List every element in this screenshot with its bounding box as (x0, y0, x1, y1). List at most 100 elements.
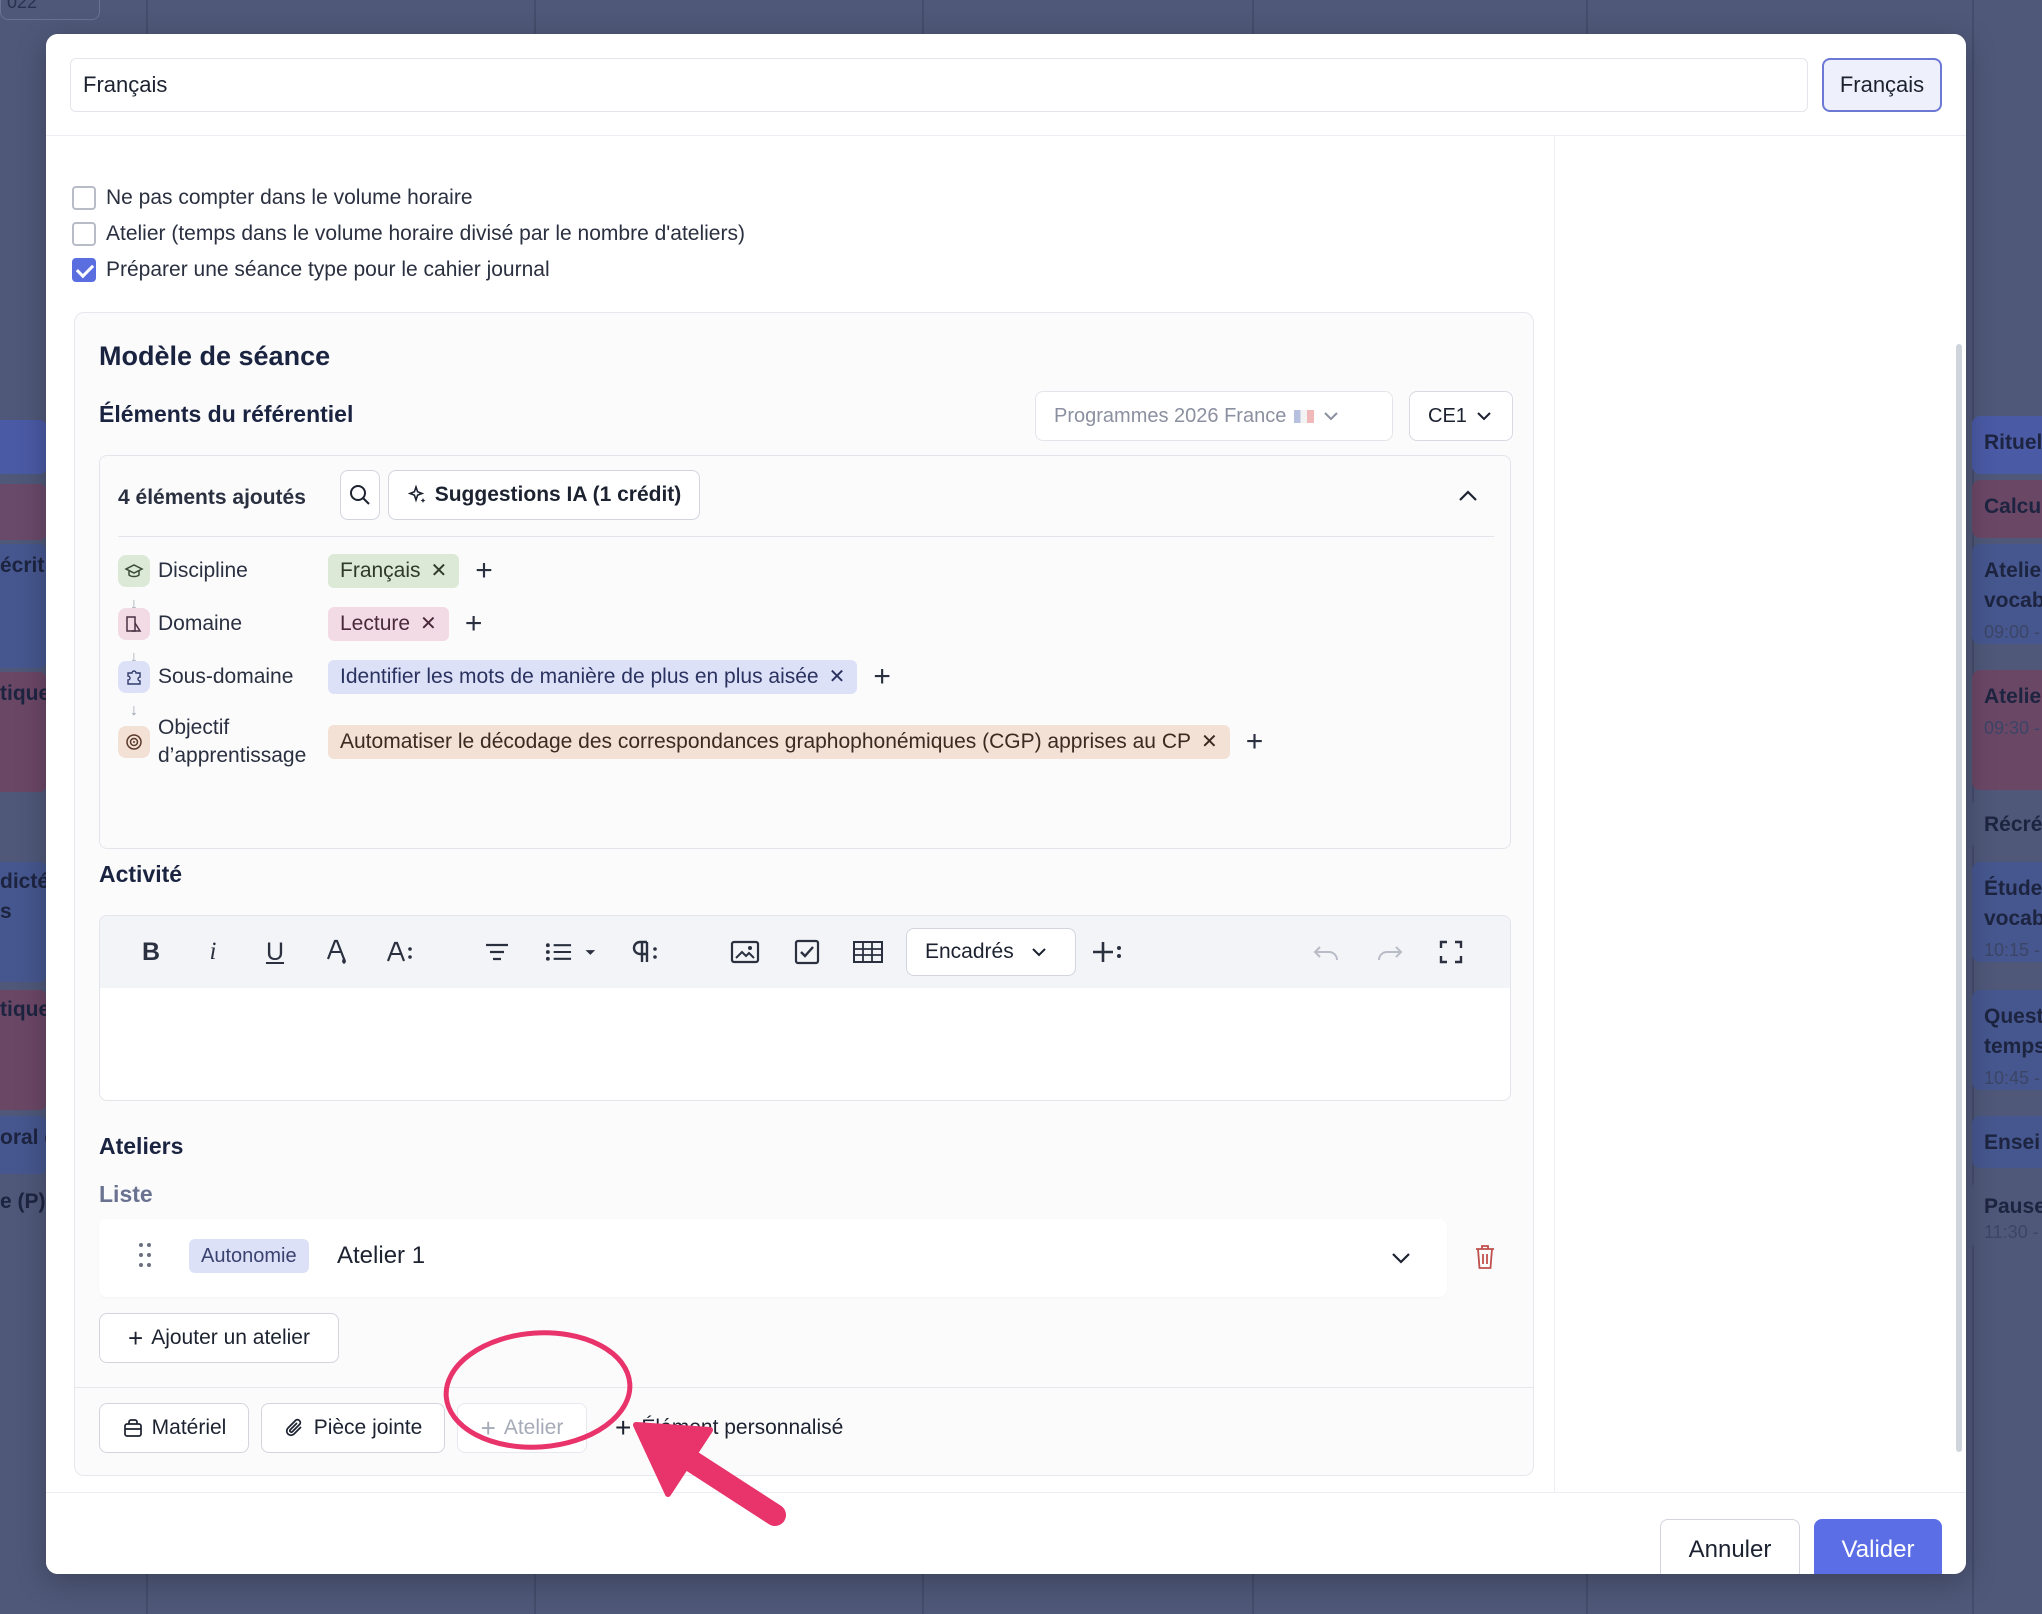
title-input[interactable]: Français (70, 58, 1808, 112)
italic-button[interactable]: i (198, 934, 228, 970)
checkbox-checked[interactable] (72, 258, 96, 282)
level-select[interactable]: CE1 (1409, 391, 1513, 441)
tag-sous-domaine[interactable]: Identifier les mots de manière de plus e… (328, 660, 858, 694)
ref-label: Domaine (158, 612, 243, 635)
calendar-event[interactable]: Rituel (1972, 416, 2042, 474)
calendar-event[interactable]: Calcu (1972, 480, 2042, 538)
atelier-button-disabled[interactable]: + Atelier (457, 1403, 587, 1453)
program-select[interactable]: Programmes 2026 France (1035, 391, 1393, 441)
font-size-icon[interactable] (384, 934, 418, 970)
calendar-event[interactable]: Atelie 09:30 - (1972, 670, 2042, 790)
activity-editor[interactable]: B i U Encadrés (99, 915, 1511, 1101)
event-title: Calcu (1984, 495, 2042, 518)
event-title: Pause (1984, 1195, 2042, 1218)
modal-body: Ne pas compter dans le volume horaire At… (46, 136, 1966, 1492)
validate-button[interactable]: Valider (1814, 1519, 1942, 1574)
plus-icon: + (480, 1413, 496, 1443)
atelier-item[interactable]: Autonomie Atelier 1 (99, 1219, 1447, 1297)
fullscreen-icon[interactable] (1436, 934, 1466, 970)
session-model-card: Modèle de séance Éléments du référentiel… (74, 312, 1534, 1476)
bold-button[interactable]: B (136, 934, 166, 970)
tag-domaine[interactable]: Lecture ✕ (328, 607, 449, 641)
undo-icon[interactable] (1312, 934, 1342, 970)
checkbox-row-seance-type[interactable]: Préparer une séance type pour le cahier … (72, 258, 550, 282)
calendar-event[interactable] (0, 420, 46, 474)
puzzle-icon (118, 661, 150, 693)
attachment-button[interactable]: Pièce jointe (261, 1403, 445, 1453)
boxes-select[interactable]: Encadrés (906, 928, 1076, 976)
paragraph-icon[interactable] (626, 934, 662, 970)
calendar-event[interactable]: oral e (0, 1116, 46, 1174)
calendar-event[interactable]: e (P) (0, 1180, 46, 1238)
attachment-label: Pièce jointe (313, 1416, 423, 1439)
custom-element-button[interactable]: + Élément personnalisé (615, 1403, 843, 1453)
event-label: dicté (0, 870, 46, 893)
checkbox-row-atelier[interactable]: Atelier (temps dans le volume horaire di… (72, 222, 745, 246)
image-icon[interactable] (728, 934, 762, 970)
calendar-event[interactable]: Atelie vocab 09:00 - (1972, 544, 2042, 644)
divider (75, 1387, 1533, 1388)
add-atelier-button[interactable]: + Ajouter un atelier (99, 1313, 339, 1363)
plus-icon: + (128, 1323, 144, 1353)
close-icon[interactable]: ✕ (420, 614, 437, 634)
bag-icon (123, 1419, 142, 1437)
text-color-icon[interactable] (322, 934, 352, 970)
redo-icon[interactable] (1374, 934, 1404, 970)
event-time: 10:15 - (1984, 940, 2041, 960)
ai-suggestions-label: Suggestions IA (1 crédit) (434, 483, 682, 506)
event-title: Atelie vocab (1984, 559, 2042, 612)
checkbox-row-no-count[interactable]: Ne pas compter dans le volume horaire (72, 186, 473, 210)
atelier-name: Atelier 1 (337, 1242, 426, 1269)
week-selector[interactable]: 022 (0, 0, 100, 20)
calendar-event[interactable]: Quest temps 10:45 - (1972, 990, 2042, 1090)
materiel-button[interactable]: Matériel (99, 1403, 249, 1453)
cancel-button[interactable]: Annuler (1660, 1519, 1800, 1574)
drag-handle-icon[interactable] (139, 1243, 153, 1271)
chevron-up-icon[interactable] (1456, 486, 1480, 506)
language-button[interactable]: Français (1822, 58, 1942, 112)
table-icon[interactable] (850, 934, 886, 970)
checkbox-icon[interactable] (790, 934, 824, 970)
search-icon (350, 485, 370, 505)
calendar-event[interactable]: Ensei (1972, 1116, 2042, 1168)
paperclip-icon (285, 1418, 302, 1437)
event-label: écrit (0, 554, 45, 577)
tag-objectif[interactable]: Automatiser le décodage des correspondan… (328, 725, 1230, 759)
tag-discipline[interactable]: Français ✕ (328, 554, 460, 588)
close-icon[interactable]: ✕ (431, 561, 448, 581)
chevron-down-icon (1032, 948, 1046, 957)
add-icon[interactable]: + (873, 662, 891, 692)
list-dropdown-icon[interactable] (544, 934, 600, 970)
editor-toolbar: B i U Encadrés (100, 916, 1510, 988)
add-icon[interactable]: + (475, 556, 493, 586)
chevron-down-icon[interactable] (1389, 1247, 1413, 1269)
search-button[interactable] (340, 470, 380, 520)
sparkle-icon (407, 485, 426, 503)
add-icon[interactable]: + (465, 609, 483, 639)
calendar-event[interactable]: tique (0, 672, 46, 792)
underline-button[interactable]: U (260, 934, 290, 970)
calendar-event[interactable]: dicté s (0, 862, 46, 982)
scrollbar[interactable] (1956, 344, 1962, 1452)
close-icon[interactable]: ✕ (1201, 732, 1218, 752)
calendar-event[interactable]: Récré (1972, 798, 2042, 850)
checkbox[interactable] (72, 222, 96, 246)
insert-icon[interactable] (1090, 934, 1126, 970)
calendar-event[interactable]: Pause 11:30 - (1972, 1180, 2042, 1250)
ref-label: Objectif d’apprentissage (158, 716, 307, 767)
align-icon[interactable] (482, 934, 512, 970)
calendar-event[interactable]: tique (0, 990, 46, 1110)
checkbox-label: Ne pas compter dans le volume horaire (106, 186, 473, 209)
chevron-down-icon (1324, 412, 1339, 421)
ref-row-sous-domaine: Sous-domaine Identifier les mots de mani… (118, 660, 891, 694)
program-select-value: Programmes 2026 France (1054, 404, 1287, 427)
calendar-event[interactable] (0, 484, 46, 540)
add-icon[interactable]: + (1246, 727, 1264, 757)
event-title: Rituel (1984, 431, 2042, 454)
calendar-event[interactable]: Étude vocab 10:15 - (1972, 862, 2042, 962)
calendar-event[interactable]: écrit (0, 544, 46, 668)
checkbox[interactable] (72, 186, 96, 210)
trash-icon[interactable] (1473, 1243, 1497, 1271)
ai-suggestions-button[interactable]: Suggestions IA (1 crédit) (388, 470, 700, 520)
close-icon[interactable]: ✕ (829, 667, 846, 687)
